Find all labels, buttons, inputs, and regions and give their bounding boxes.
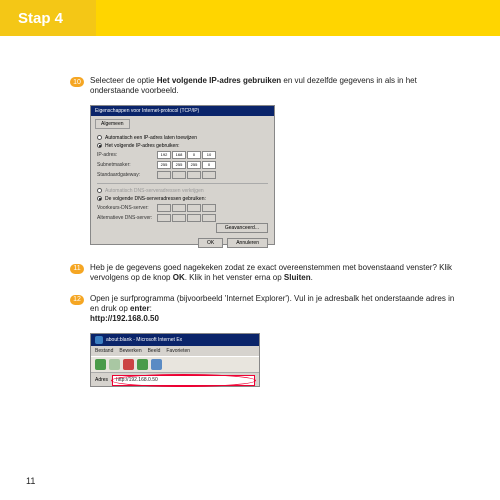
ie-titlebar: about:blank - Microsoft Internet Ex: [91, 334, 259, 346]
cancel-button[interactable]: Annuleren: [227, 238, 268, 248]
bold-text: Sluiten: [284, 273, 311, 282]
ip-address-row: IP-adres: 192 168 0 10: [97, 151, 268, 159]
dialog-buttons: OK Annuleren: [91, 235, 274, 251]
ie-address-row: Adres http://192.168.0.50: [91, 373, 259, 388]
subnet-input[interactable]: 255 255 255 0: [157, 161, 216, 169]
ok-button[interactable]: OK: [198, 238, 223, 248]
step-title: Stap 4: [18, 10, 63, 27]
menu-file[interactable]: Bestand: [95, 348, 113, 354]
step-number-badge: 10: [70, 77, 84, 87]
step-12: 12 Open je surfprogramma (bijvoorbeeld '…: [70, 294, 460, 325]
ip-seg[interactable]: 255: [157, 161, 171, 169]
bold-text: OK: [173, 273, 185, 282]
radio-label: Het volgende IP-adres gebruiken:: [105, 143, 180, 149]
address-label: Adres: [95, 377, 108, 383]
radio-dns-manual[interactable]: De volgende DNS-serveradressen gebruiken…: [97, 196, 268, 202]
url-text: http://192.168.0.50: [90, 314, 159, 323]
step-10-text: Selecteer de optie Het volgende IP-adres…: [90, 76, 460, 97]
radio-label: Automatisch een IP-adres laten toewijzen: [105, 135, 197, 141]
dialog-titlebar: Eigenschappen voor Internet-protocol (TC…: [91, 106, 274, 116]
field-label: Subnetmasker:: [97, 162, 157, 168]
radio-auto-ip[interactable]: Automatisch een IP-adres laten toewijzen: [97, 135, 268, 141]
ie-toolbar: [91, 356, 259, 373]
ip-input[interactable]: 192 168 0 10: [157, 151, 216, 159]
radio-icon: [97, 196, 102, 201]
ip-seg[interactable]: [172, 171, 186, 179]
radio-label: Automatisch DNS-serveradressen verkrijge…: [105, 188, 204, 194]
step-number-badge: 11: [70, 264, 84, 274]
field-label: IP-adres:: [97, 152, 157, 158]
bold-text: Het volgende IP-adres gebruiken: [157, 76, 281, 85]
ip-seg[interactable]: [187, 204, 201, 212]
dns1-row: Voorkeurs-DNS-server:: [97, 204, 268, 212]
ip-seg[interactable]: 192: [157, 151, 171, 159]
ip-seg[interactable]: [187, 171, 201, 179]
ip-seg[interactable]: 255: [172, 161, 186, 169]
ip-seg[interactable]: [172, 214, 186, 222]
field-label: Alternatieve DNS-server:: [97, 215, 157, 221]
menu-edit[interactable]: Bewerken: [119, 348, 141, 354]
ip-seg[interactable]: [202, 214, 216, 222]
forward-icon[interactable]: [109, 359, 120, 370]
menu-view[interactable]: Beeld: [148, 348, 161, 354]
text: . Klik in het venster erna op: [185, 273, 284, 282]
text: Selecteer de optie: [90, 76, 157, 85]
radio-icon: [97, 188, 102, 193]
step-header: Stap 4: [0, 0, 500, 36]
menu-favorites[interactable]: Favorieten: [166, 348, 190, 354]
address-value: http://192.168.0.50: [116, 377, 158, 383]
radio-manual-ip[interactable]: Het volgende IP-adres gebruiken:: [97, 143, 268, 149]
address-input[interactable]: http://192.168.0.50: [112, 375, 255, 386]
radio-icon: [97, 143, 102, 148]
step-10: 10 Selecteer de optie Het volgende IP-ad…: [70, 76, 460, 97]
ie-menu-bar: Bestand Bewerken Beeld Favorieten: [91, 346, 259, 356]
ie-title-text: about:blank - Microsoft Internet Ex: [106, 337, 182, 343]
radio-label: De volgende DNS-serveradressen gebruiken…: [105, 196, 206, 202]
stop-icon[interactable]: [123, 359, 134, 370]
step-11: 11 Heb je de gegevens goed nagekeken zod…: [70, 263, 460, 284]
advanced-button[interactable]: Geavanceerd...: [216, 223, 268, 233]
dns2-input[interactable]: [157, 214, 216, 222]
page-number: 11: [26, 476, 35, 486]
step-number-badge: 12: [70, 295, 84, 305]
ip-seg[interactable]: 255: [187, 161, 201, 169]
field-label: Standaardgateway:: [97, 172, 157, 178]
radio-icon: [97, 135, 102, 140]
text: :: [150, 304, 152, 313]
ip-seg[interactable]: 10: [202, 151, 216, 159]
text: .: [311, 273, 313, 282]
ip-seg[interactable]: [202, 204, 216, 212]
ie-logo-icon: [95, 336, 103, 344]
ie-window: about:blank - Microsoft Internet Ex Best…: [90, 333, 260, 387]
step-12-text: Open je surfprogramma (bijvoorbeeld 'Int…: [90, 294, 460, 325]
gateway-input[interactable]: [157, 171, 216, 179]
ip-seg[interactable]: [157, 204, 171, 212]
step-header-right: [96, 0, 500, 36]
ip-seg[interactable]: [202, 171, 216, 179]
dns2-row: Alternatieve DNS-server:: [97, 214, 268, 222]
tcpip-dialog: Eigenschappen voor Internet-protocol (TC…: [90, 105, 275, 245]
dialog-body: Automatisch een IP-adres laten toewijzen…: [91, 129, 274, 235]
ip-seg[interactable]: [157, 214, 171, 222]
radio-dns-auto[interactable]: Automatisch DNS-serveradressen verkrijge…: [97, 188, 268, 194]
ip-seg[interactable]: [157, 171, 171, 179]
ip-seg[interactable]: 168: [172, 151, 186, 159]
step-header-left: Stap 4: [0, 0, 96, 36]
ip-seg[interactable]: [172, 204, 186, 212]
separator: [97, 183, 268, 184]
dialog-tab-general[interactable]: Algemeen: [95, 119, 130, 129]
back-icon[interactable]: [95, 359, 106, 370]
ip-seg[interactable]: 0: [187, 151, 201, 159]
field-label: Voorkeurs-DNS-server:: [97, 205, 157, 211]
ip-seg[interactable]: [187, 214, 201, 222]
refresh-icon[interactable]: [137, 359, 148, 370]
dns1-input[interactable]: [157, 204, 216, 212]
subnet-row: Subnetmasker: 255 255 255 0: [97, 161, 268, 169]
gateway-row: Standaardgateway:: [97, 171, 268, 179]
step-11-text: Heb je de gegevens goed nagekeken zodat …: [90, 263, 460, 284]
home-icon[interactable]: [151, 359, 162, 370]
page-content: 10 Selecteer de optie Het volgende IP-ad…: [0, 36, 500, 387]
bold-text: enter: [130, 304, 150, 313]
ip-seg[interactable]: 0: [202, 161, 216, 169]
